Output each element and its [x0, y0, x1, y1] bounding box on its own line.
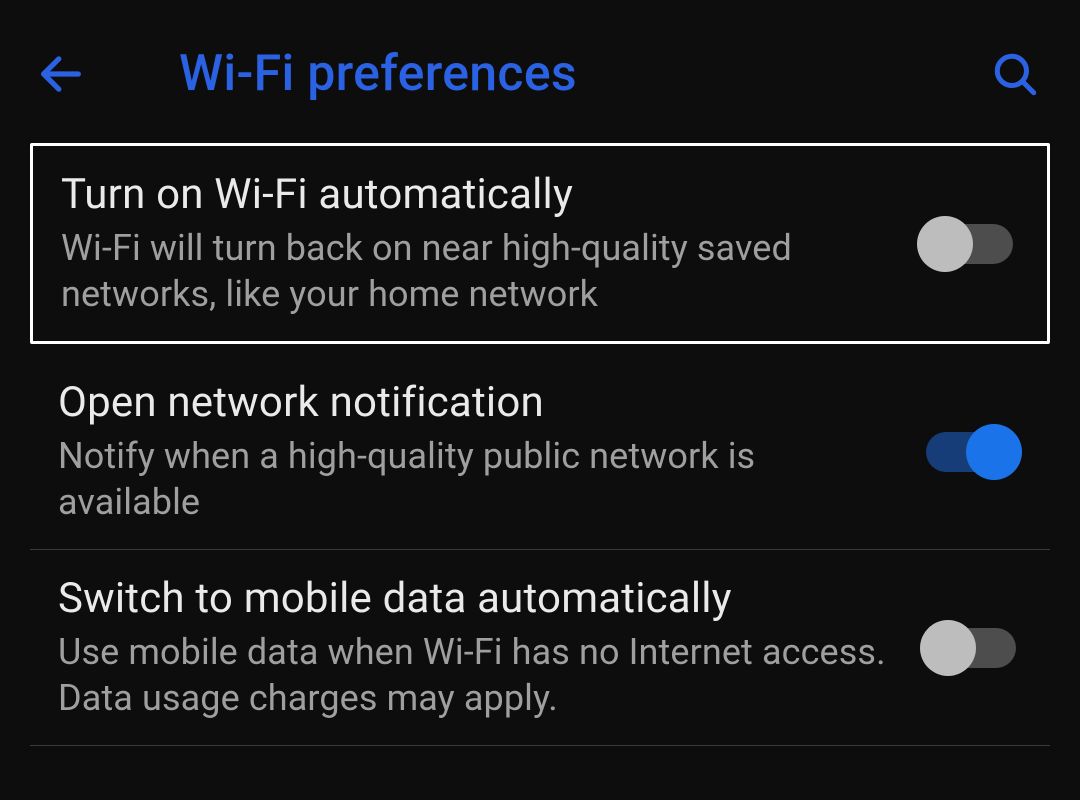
- setting-description: Use mobile data when Wi-Fi has no Intern…: [58, 629, 900, 721]
- setting-text: Switch to mobile data automatically Use …: [58, 574, 920, 721]
- setting-title: Open network notification: [58, 378, 900, 427]
- setting-title: Switch to mobile data automatically: [58, 574, 900, 623]
- settings-list: Turn on Wi-Fi automatically Wi-Fi will t…: [0, 143, 1080, 746]
- toggle-thumb: [917, 216, 973, 272]
- page-title: Wi-Fi preferences: [179, 45, 577, 103]
- setting-switch-mobile-data[interactable]: Switch to mobile data automatically Use …: [30, 550, 1050, 746]
- setting-text: Turn on Wi-Fi automatically Wi-Fi will t…: [61, 170, 917, 317]
- header: Wi-Fi preferences: [0, 0, 1080, 143]
- toggle-thumb: [920, 620, 976, 676]
- setting-auto-wifi[interactable]: Turn on Wi-Fi automatically Wi-Fi will t…: [30, 143, 1050, 344]
- toggle-thumb: [966, 424, 1022, 480]
- toggle-open-network-notification[interactable]: [920, 424, 1022, 480]
- toggle-auto-wifi[interactable]: [917, 216, 1019, 272]
- setting-title: Turn on Wi-Fi automatically: [61, 170, 897, 219]
- setting-open-network-notification[interactable]: Open network notification Notify when a …: [30, 354, 1050, 550]
- arrow-left-icon: [35, 48, 87, 100]
- setting-text: Open network notification Notify when a …: [58, 378, 920, 525]
- setting-description: Wi-Fi will turn back on near high-qualit…: [61, 225, 897, 317]
- back-button[interactable]: [35, 48, 87, 100]
- search-button[interactable]: [990, 49, 1040, 99]
- search-icon: [990, 49, 1040, 99]
- setting-description: Notify when a high-quality public networ…: [58, 433, 900, 525]
- toggle-switch-mobile-data[interactable]: [920, 620, 1022, 676]
